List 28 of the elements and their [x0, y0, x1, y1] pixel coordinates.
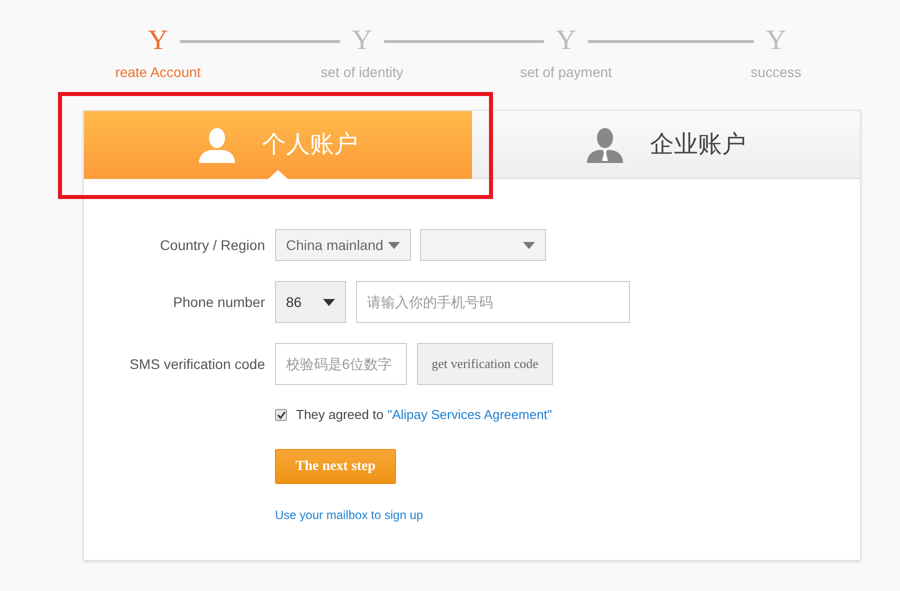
step-marker: Y — [556, 26, 576, 56]
step-label: set of identity — [320, 63, 404, 82]
agreement-checkbox[interactable] — [275, 408, 287, 421]
field-label: SMS verification code — [128, 354, 265, 374]
field-label: Country / Region — [158, 236, 265, 255]
phone-input[interactable]: 请输入你的手机号码 — [356, 281, 630, 323]
country-select[interactable]: China mainland — [275, 229, 411, 261]
verification-code-input[interactable]: 校验码是6位数字 — [275, 343, 407, 385]
dropdown-caret-icon — [388, 242, 400, 248]
dropdown-caret-icon — [523, 242, 535, 248]
agreement-text: They agreed to — [296, 406, 384, 424]
tab-pointer — [267, 170, 289, 180]
check-icon — [276, 410, 286, 419]
get-code-button[interactable]: get verification code — [417, 343, 553, 385]
step-label: success — [750, 63, 802, 82]
step-marker: Y — [352, 26, 372, 56]
agreement-link[interactable]: "Alipay Services Agreement" — [387, 405, 552, 424]
dropdown-caret-icon — [323, 298, 335, 306]
person-icon — [198, 127, 236, 163]
step-label: reate Account — [115, 63, 201, 82]
step-label: set of payment — [520, 63, 612, 82]
step-marker: Y — [766, 26, 786, 56]
field-label: Phone number — [172, 292, 265, 312]
step-marker: Y — [148, 26, 168, 56]
country-code-select[interactable]: 86 — [275, 281, 346, 323]
businessman-icon — [586, 126, 624, 162]
account-tab[interactable]: 企业账户 — [472, 111, 860, 179]
email-signup-link[interactable]: Use your mailbox to sign up — [275, 508, 424, 522]
